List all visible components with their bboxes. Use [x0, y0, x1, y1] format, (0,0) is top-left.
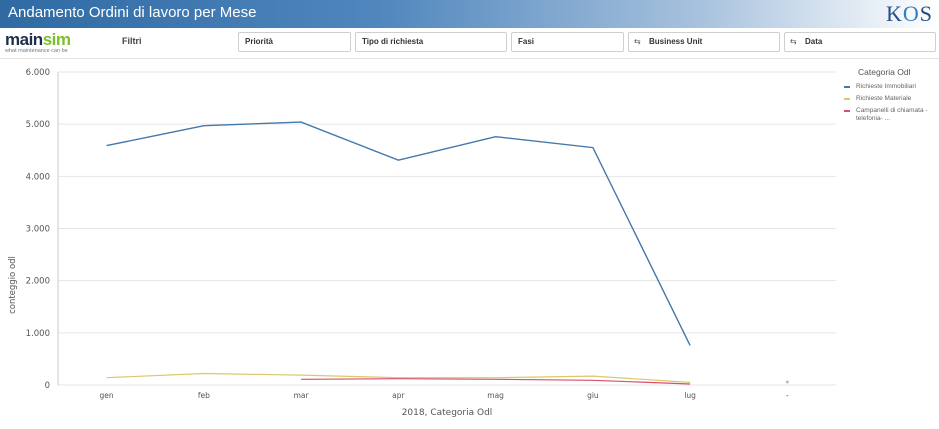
legend-label: Richieste Materiale	[856, 95, 912, 102]
x-tick-label: giu	[587, 391, 599, 400]
filter-tipo-richiesta-label: Tipo di richiesta	[362, 37, 424, 46]
legend-swatch	[844, 98, 850, 100]
x-tick-label: lug	[684, 391, 696, 400]
chart-legend: Categoria Odl Richieste Immobiliari Rich…	[838, 67, 938, 127]
y-tick-label: 4.000	[26, 172, 50, 182]
y-tick-label: 6.000	[26, 68, 50, 78]
legend-label: Richieste Immobiliari	[856, 83, 916, 90]
legend-item-richieste-materiale[interactable]: Richieste Materiale	[838, 95, 938, 103]
filter-fasi-label: Fasi	[518, 37, 535, 46]
x-tick-label: feb	[198, 391, 210, 400]
y-tick-label: 1.000	[26, 329, 50, 339]
page-title: Andamento Ordini di lavoro per Mese	[8, 4, 257, 21]
filters-label: Filtri	[122, 36, 142, 46]
legend-item-campanelli[interactable]: Campanelli di chiamata -telefonia- ...	[838, 107, 938, 123]
filter-data-label: Data	[805, 37, 823, 46]
filter-priorita[interactable]: Priorità	[238, 32, 351, 52]
series-line-3[interactable]	[301, 378, 691, 385]
x-tick-label: apr	[392, 391, 405, 400]
brand-name-part2: sim	[42, 30, 71, 49]
app-header: Andamento Ordini di lavoro per Mese KOS	[0, 0, 939, 28]
line-chart: 0 1.000 2.000 3.000 4.000 5.000 6.000 gen feb ma…	[8, 68, 836, 418]
brand-name-part1: main	[5, 30, 43, 49]
y-tick-label: 5.000	[26, 120, 50, 130]
filter-business-unit-label: Business Unit	[649, 37, 703, 46]
line-chart-panel: 0 1.000 2.000 3.000 4.000 5.000 6.000 gen feb ma…	[0, 58, 939, 424]
x-axis-label: 2018, Categoria Odl	[402, 408, 493, 418]
y-tick-label: 0	[45, 381, 50, 391]
mainsim-logo: mainsim what maintenance can be	[5, 31, 85, 57]
calendar-swap-icon: ⇆	[790, 37, 797, 46]
calendar-swap-icon: ⇆	[634, 37, 641, 46]
x-tick-label: -	[786, 391, 789, 400]
y-tick-label: 2.000	[26, 277, 50, 287]
x-tick-label: mar	[294, 391, 310, 400]
x-tick-label: gen	[100, 391, 114, 400]
legend-title: Categoria Odl	[858, 67, 911, 77]
y-tick-label: 3.000	[26, 225, 50, 235]
data-point-dash	[785, 380, 789, 384]
filter-tipo-richiesta[interactable]: Tipo di richiesta	[355, 32, 507, 52]
kos-logo: KOS	[885, 1, 933, 26]
series-line-1[interactable]	[106, 121, 691, 346]
legend-item-richieste-immobiliari[interactable]: Richieste Immobiliari	[838, 83, 938, 91]
filter-bar: mainsim what maintenance can be Filtri P…	[0, 28, 939, 59]
filter-fasi[interactable]: Fasi	[511, 32, 624, 52]
filter-priorita-label: Priorità	[245, 37, 274, 46]
legend-label: Campanelli di chiamata -telefonia- ...	[856, 107, 928, 122]
x-tick-label: mag	[487, 391, 504, 400]
legend-swatch	[844, 110, 850, 112]
legend-swatch	[844, 86, 850, 88]
filter-data[interactable]: ⇆ Data	[784, 32, 936, 52]
y-axis-label: conteggio odl	[8, 256, 18, 314]
filter-business-unit[interactable]: ⇆ Business Unit	[628, 32, 780, 52]
brand-tagline: what maintenance can be	[5, 48, 68, 54]
